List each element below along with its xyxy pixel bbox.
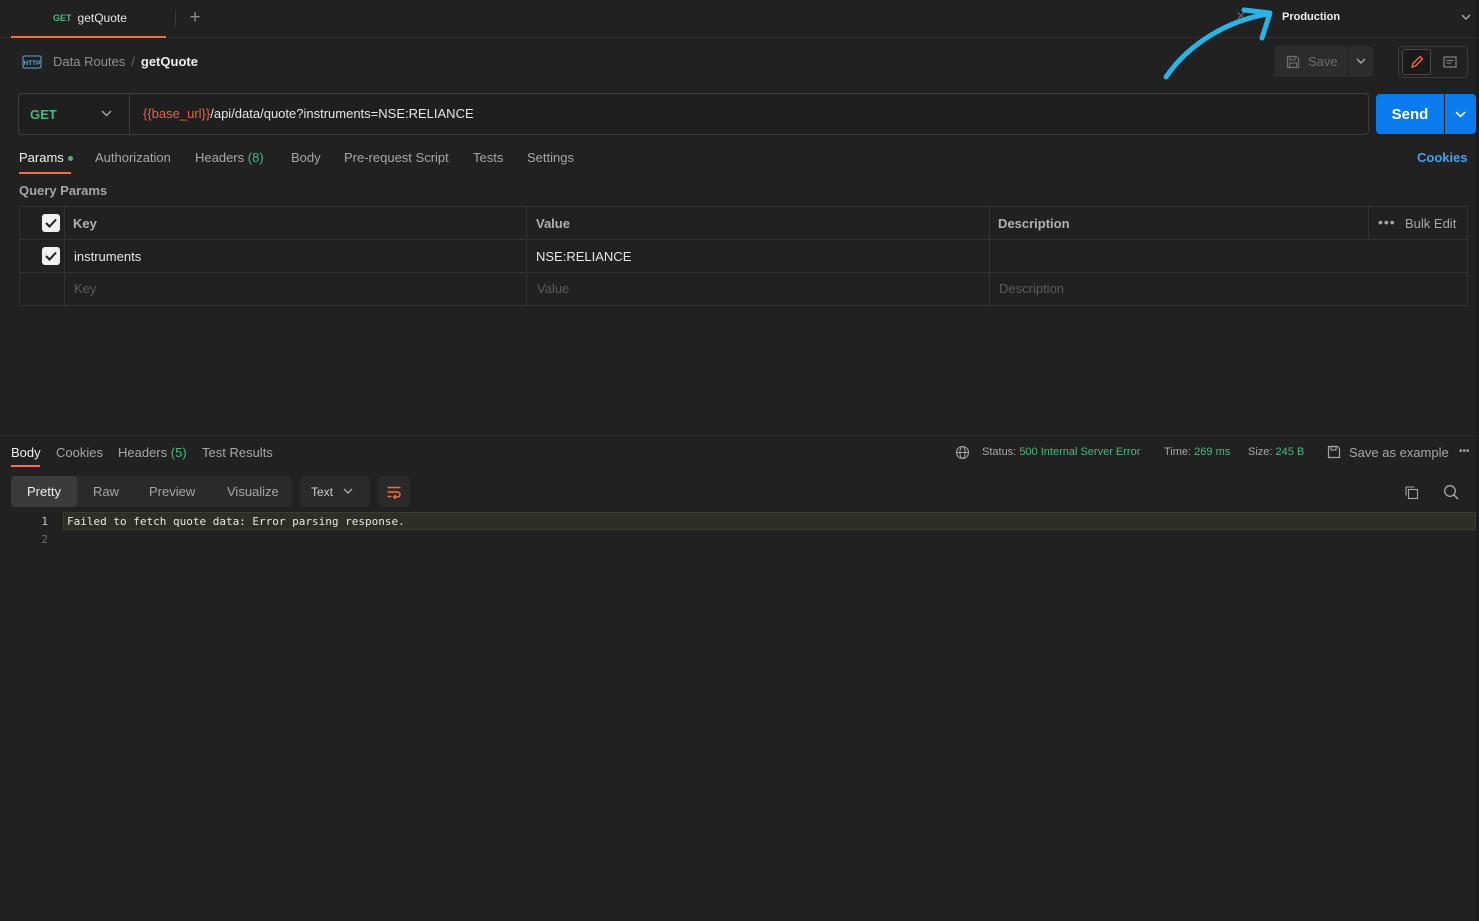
response-tab-headers-label: Headers (118, 445, 168, 460)
chevron-down-icon (343, 488, 353, 494)
response-divider[interactable] (0, 435, 1479, 436)
select-all-checkbox[interactable] (42, 214, 60, 232)
params-indicator-dot (67, 156, 73, 162)
format-visualize-button[interactable]: Visualize (227, 484, 279, 499)
request-tab-name: getQuote (77, 11, 127, 25)
time-value: 269 ms (1194, 446, 1231, 458)
check-icon (45, 251, 57, 261)
cookies-link[interactable]: Cookies (1417, 150, 1468, 165)
url-divider (129, 94, 130, 134)
globe-icon[interactable] (955, 445, 970, 460)
send-button[interactable]: Send (1376, 94, 1444, 134)
param-key-cell[interactable]: instruments (74, 249, 141, 264)
format-raw-button[interactable]: Raw (93, 484, 119, 499)
svg-text:HTTP: HTTP (24, 60, 42, 67)
annotation-arrow-icon (1163, 7, 1273, 80)
response-tab-body[interactable]: Body (11, 445, 41, 460)
save-label: Save (1308, 54, 1338, 69)
tab-headers-label: Headers (195, 150, 245, 165)
url-path: /api/data/quote?instruments=NSE:RELIANCE (210, 106, 474, 121)
breadcrumb-separator: / (131, 54, 135, 69)
edit-pencil-icon[interactable] (1402, 49, 1431, 75)
tab-headers-count: (8) (247, 150, 264, 165)
response-tab-headers[interactable]: Headers (5) (118, 445, 187, 460)
url-input[interactable]: {{base_url}}/api/data/quote?instruments=… (143, 106, 474, 121)
response-tab-test-results[interactable]: Test Results (202, 445, 273, 460)
query-params-title: Query Params (19, 183, 108, 198)
copy-icon[interactable] (1404, 485, 1419, 500)
table-divider (64, 206, 65, 306)
environment-chevron-down-icon[interactable] (1461, 14, 1471, 21)
tab-authorization[interactable]: Authorization (95, 150, 171, 165)
new-tab-plus-icon[interactable]: + (186, 8, 204, 27)
http-icon: HTTP (22, 55, 42, 69)
table-divider (19, 239, 1468, 240)
url-variable: {{base_url}} (143, 106, 211, 121)
save-button[interactable]: Save (1274, 46, 1348, 77)
new-param-description-input[interactable]: Description (999, 281, 1064, 296)
save-icon (1286, 55, 1300, 68)
method-chevron-down-icon[interactable] (101, 110, 112, 117)
status-label: Status: (982, 446, 1017, 458)
content-type-label: Text (311, 484, 334, 499)
column-header-key: Key (73, 216, 97, 231)
table-divider (526, 206, 527, 306)
format-pretty-button[interactable]: Pretty (27, 484, 61, 499)
response-time[interactable]: Time: 269 ms (1164, 446, 1230, 458)
column-header-description: Description (998, 216, 1070, 231)
response-tab-headers-count: (5) (170, 445, 187, 460)
method-select[interactable]: GET (30, 107, 57, 122)
request-tab-method: GET (53, 13, 72, 23)
request-tab-getquote[interactable]: GET getQuote (11, 0, 166, 38)
wrap-lines-icon[interactable] (378, 476, 410, 507)
response-status[interactable]: Status: 500 Internal Server Error (982, 446, 1140, 458)
active-tab-underline (11, 465, 40, 467)
documentation-icon[interactable] (1436, 49, 1463, 75)
tab-params-label: Params (19, 150, 64, 165)
format-preview-button[interactable]: Preview (149, 484, 195, 499)
tab-body[interactable]: Body (291, 150, 321, 165)
bulk-edit-button[interactable]: Bulk Edit (1405, 216, 1456, 231)
response-more-options-icon[interactable]: ••• (1459, 446, 1470, 457)
response-body-line[interactable]: Failed to fetch quote data: Error parsin… (67, 515, 405, 528)
new-param-value-input[interactable]: Value (537, 281, 569, 296)
tab-headers[interactable]: Headers (8) (195, 150, 264, 165)
param-value-cell[interactable]: NSE:RELIANCE (536, 249, 631, 264)
table-divider (1368, 206, 1369, 240)
active-tab-underline (19, 172, 71, 174)
breadcrumb-collection[interactable]: Data Routes (53, 54, 125, 69)
size-label: Size: (1248, 446, 1273, 458)
row-checkbox[interactable] (42, 247, 60, 265)
environment-selector[interactable]: Production (1282, 11, 1340, 23)
breadcrumb-request[interactable]: getQuote (141, 54, 198, 69)
response-tab-cookies[interactable]: Cookies (56, 445, 103, 460)
search-icon[interactable] (1443, 484, 1459, 500)
tab-tests[interactable]: Tests (473, 150, 503, 165)
column-header-value: Value (536, 216, 570, 231)
query-params-table (19, 206, 1468, 306)
size-value: 245 B (1275, 446, 1305, 458)
send-dropdown-chevron-down-icon[interactable] (1445, 94, 1476, 134)
save-dropdown-chevron-down-icon[interactable] (1349, 46, 1373, 77)
tab-separator (175, 10, 176, 27)
content-type-select[interactable]: Text (300, 476, 370, 507)
breadcrumb: Data Routes / getQuote (53, 54, 198, 69)
new-param-key-input[interactable]: Key (74, 281, 96, 296)
time-label: Time: (1164, 446, 1192, 458)
more-options-icon[interactable]: ••• (1378, 214, 1396, 230)
table-divider (19, 272, 1468, 273)
tab-settings[interactable]: Settings (527, 150, 574, 165)
line-number: 1 (41, 515, 48, 528)
save-example-icon[interactable] (1327, 445, 1341, 459)
check-icon (45, 218, 57, 228)
tab-prerequest-script[interactable]: Pre-request Script (344, 150, 449, 165)
status-value: 500 Internal Server Error (1019, 446, 1141, 458)
table-divider (989, 206, 990, 306)
response-size[interactable]: Size: 245 B (1248, 446, 1304, 458)
tab-params[interactable]: Params (19, 150, 73, 165)
save-as-example-button[interactable]: Save as example (1349, 445, 1449, 460)
line-number: 2 (41, 533, 48, 546)
